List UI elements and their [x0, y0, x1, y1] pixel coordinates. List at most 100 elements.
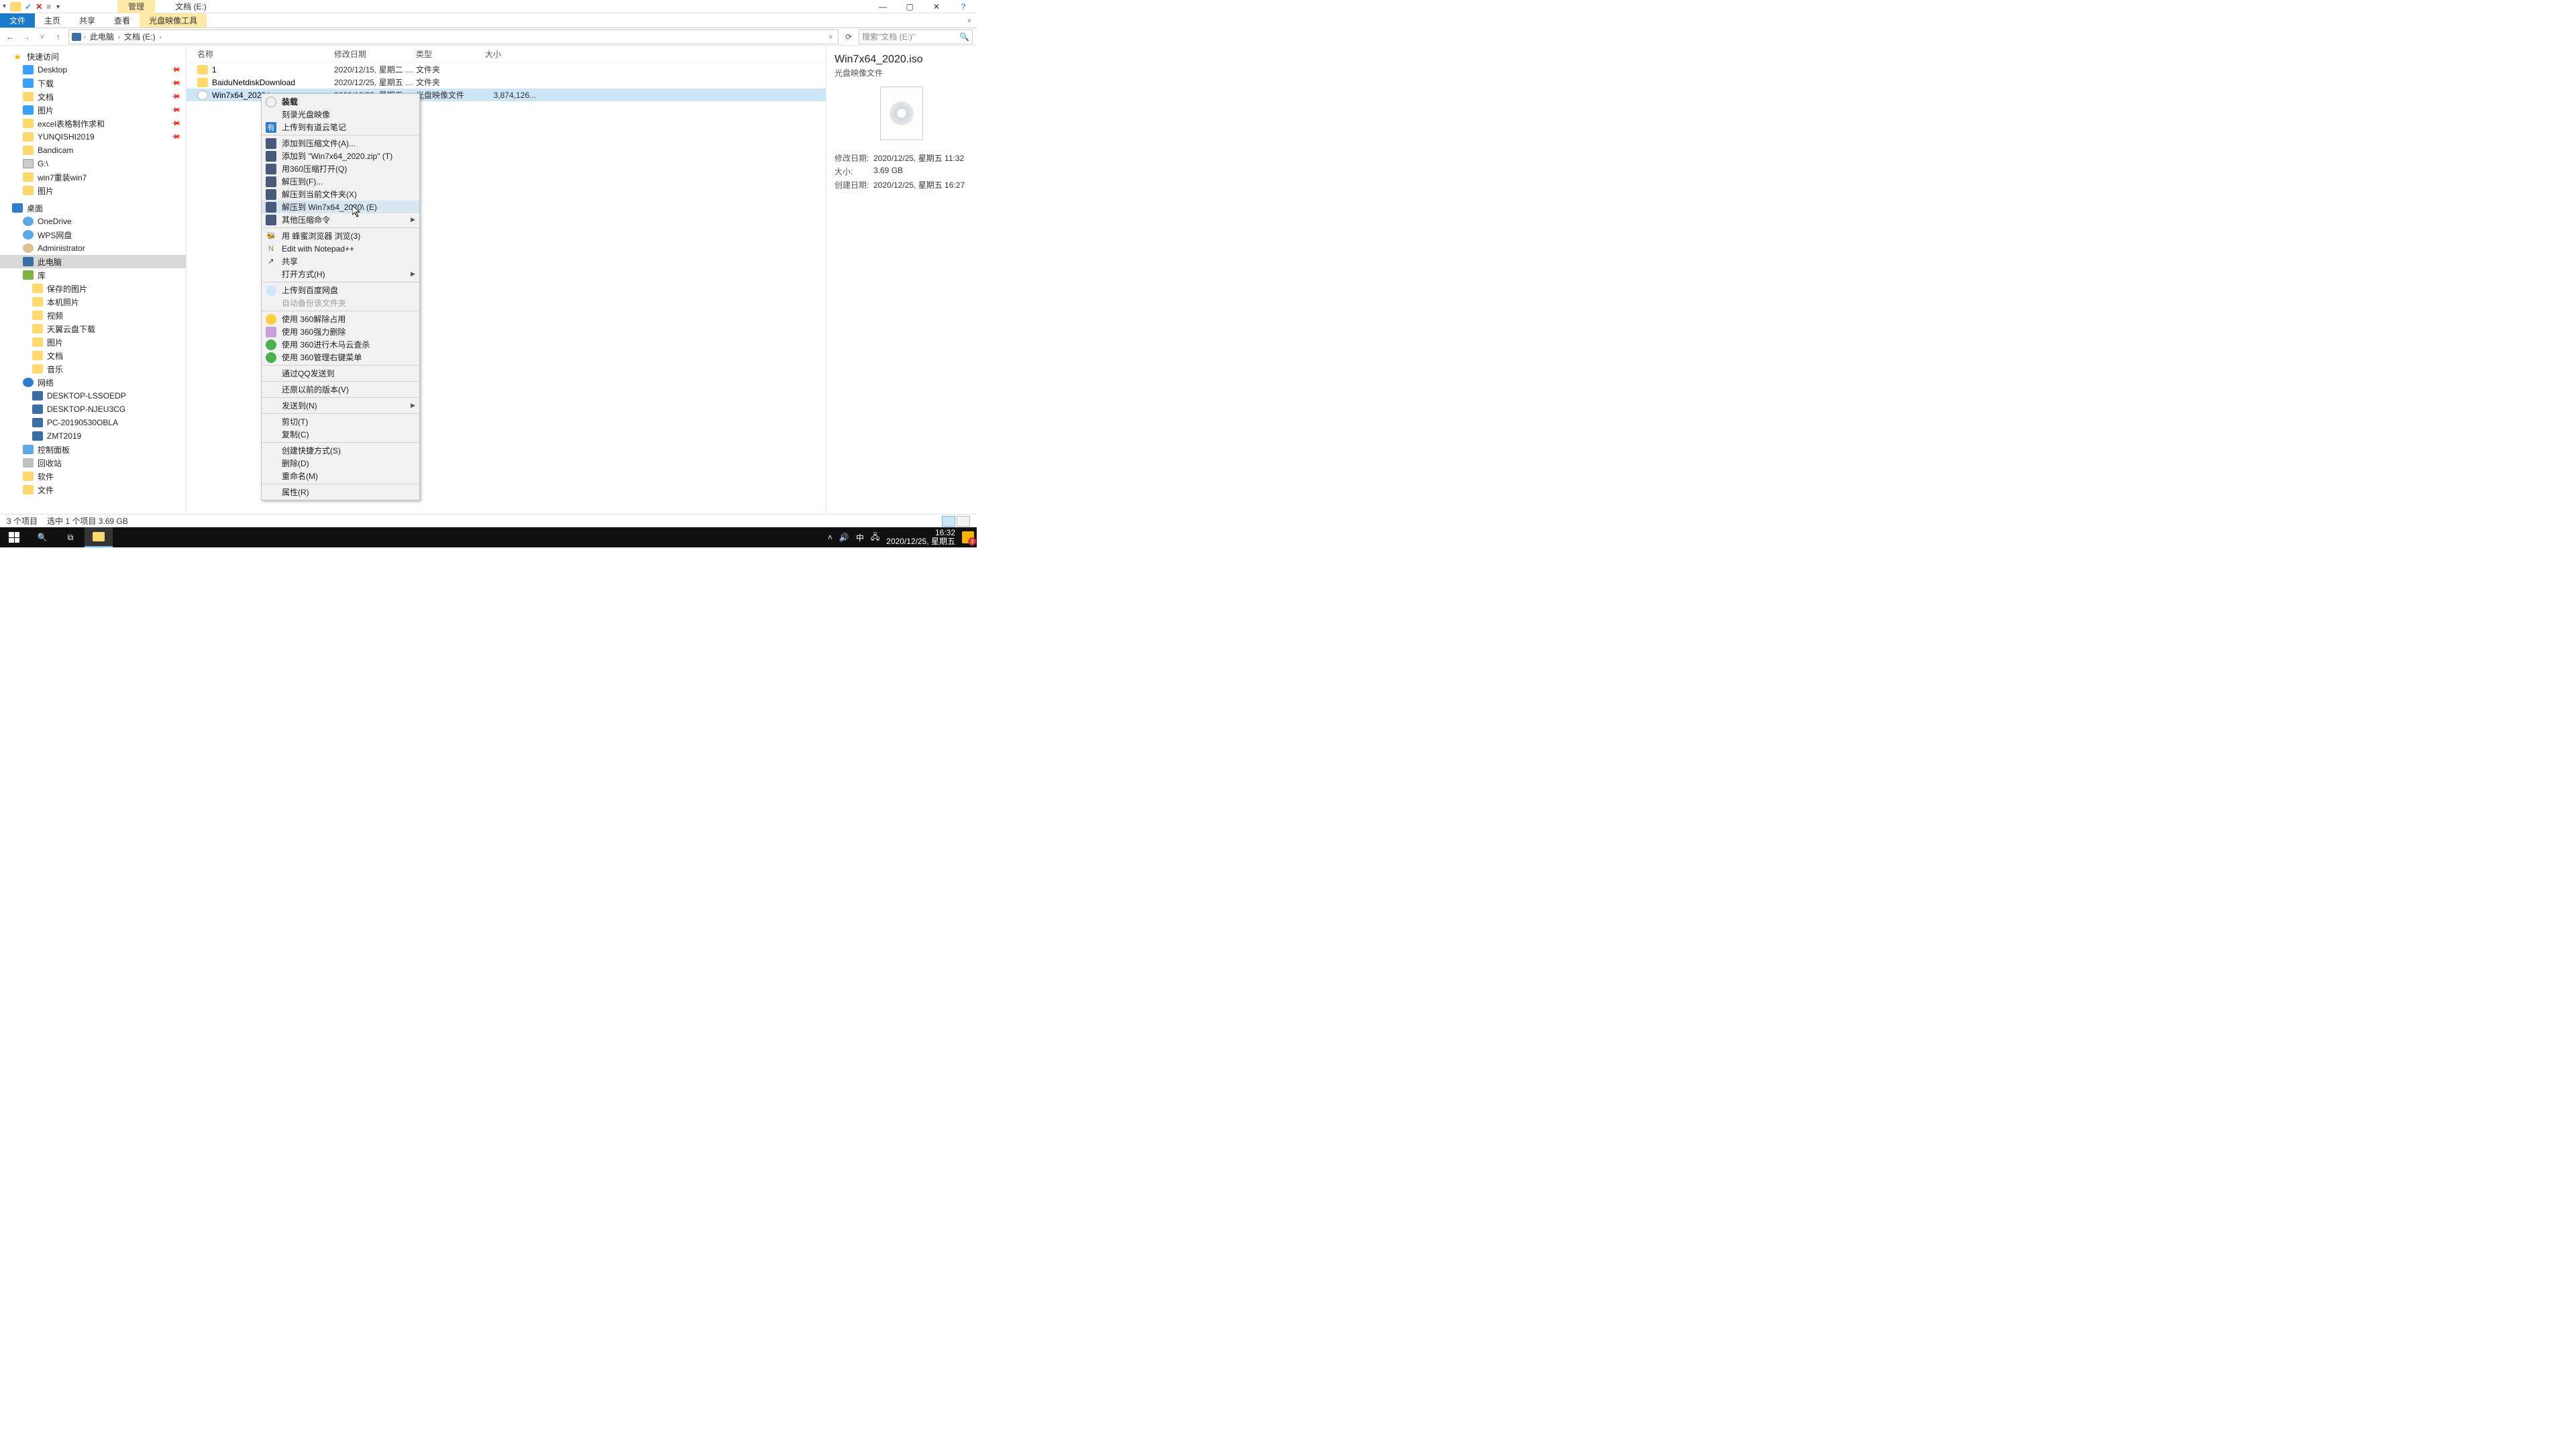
search-button[interactable]: 🔍: [28, 527, 56, 547]
menu-notepadpp[interactable]: NEdit with Notepad++: [262, 242, 419, 255]
tree-recycle-bin[interactable]: 回收站: [0, 456, 186, 470]
volume-icon[interactable]: 🔊: [839, 533, 849, 542]
col-name[interactable]: 名称: [186, 48, 334, 60]
ime-indicator[interactable]: 中: [856, 532, 864, 543]
close-button[interactable]: ✕: [923, 0, 950, 13]
tree-network[interactable]: 网络: [0, 376, 186, 389]
menu-360-force-del[interactable]: 使用 360强力删除: [262, 325, 419, 338]
network-icon[interactable]: 🖧: [871, 531, 879, 545]
tree-yunqishi[interactable]: YUNQISHI2019📌: [0, 130, 186, 144]
x-icon[interactable]: ✕: [36, 2, 42, 11]
menu-share[interactable]: ↗共享: [262, 255, 419, 268]
tray-chevron-up-icon[interactable]: ˄: [828, 533, 833, 542]
tab-home[interactable]: 主页: [35, 13, 70, 28]
menu-copy[interactable]: 复制(C): [262, 428, 419, 441]
expand-ribbon-button[interactable]: ˅: [962, 13, 977, 28]
check-icon[interactable]: ✓: [25, 2, 32, 11]
breadcrumb[interactable]: › 此电脑 › 文档 (E:) › ˅: [68, 30, 839, 44]
menu-cut[interactable]: 剪切(T): [262, 415, 419, 428]
menu-360-unlock[interactable]: 使用 360解除占用: [262, 313, 419, 325]
history-dropdown[interactable]: ˅: [826, 34, 835, 40]
menu-youdao[interactable]: 有上传到有道云笔记: [262, 121, 419, 133]
menu-properties[interactable]: 属性(R): [262, 486, 419, 498]
menu-360-manage[interactable]: 使用 360管理右键菜单: [262, 351, 419, 364]
view-icons-button[interactable]: [957, 516, 970, 527]
tree-bandicam[interactable]: Bandicam: [0, 144, 186, 157]
menu-send-to[interactable]: 发送到(N)▶: [262, 399, 419, 412]
minimize-button[interactable]: —: [869, 0, 896, 13]
nav-tree[interactable]: ★快速访问 Desktop📌 下载📌 文档📌 图片📌 excel表格制作求和📌 …: [0, 46, 186, 515]
menu-shortcut[interactable]: 创建快捷方式(S): [262, 444, 419, 457]
back-button[interactable]: ←: [4, 31, 16, 43]
search-input[interactable]: 搜索"文档 (E:)" 🔍: [859, 30, 973, 44]
tree-music[interactable]: 音乐: [0, 362, 186, 376]
tree-excel[interactable]: excel表格制作求和📌: [0, 117, 186, 130]
tree-camera-roll[interactable]: 本机照片: [0, 295, 186, 309]
menu-extract-named[interactable]: 解压到 Win7x64_2020\ (E): [262, 201, 419, 213]
menu-rename[interactable]: 重命名(M): [262, 470, 419, 482]
tab-view[interactable]: 查看: [105, 13, 140, 28]
tree-pictures-lib[interactable]: 图片: [0, 335, 186, 349]
menu-other-compress[interactable]: 其他压缩命令▶: [262, 213, 419, 226]
menu-add-zip[interactable]: 添加到 "Win7x64_2020.zip" (T): [262, 150, 419, 162]
chevron-right-icon[interactable]: ›: [158, 34, 163, 40]
chevron-right-icon[interactable]: ›: [117, 34, 121, 40]
tree-pictures2[interactable]: 图片: [0, 184, 186, 197]
help-button[interactable]: ?: [950, 0, 977, 13]
tree-pc1[interactable]: DESKTOP-LSSOEDP: [0, 389, 186, 402]
tree-this-pc[interactable]: 此电脑: [0, 255, 186, 268]
menu-delete[interactable]: 删除(D): [262, 457, 419, 470]
menu-restore-prev[interactable]: 还原以前的版本(V): [262, 383, 419, 396]
tree-desktop-root[interactable]: 桌面: [0, 201, 186, 215]
tree-control-panel[interactable]: 控制面板: [0, 443, 186, 456]
refresh-button[interactable]: ⟳: [843, 32, 855, 42]
menu-open-360zip[interactable]: 用360压缩打开(Q): [262, 162, 419, 175]
tab-share[interactable]: 共享: [70, 13, 105, 28]
taskbar-explorer[interactable]: [85, 527, 113, 547]
menu-burn[interactable]: 刻录光盘映像: [262, 108, 419, 121]
breadcrumb-folder[interactable]: 文档 (E:): [123, 31, 157, 42]
tree-g-drive[interactable]: G:\: [0, 157, 186, 170]
menu-bee-browse[interactable]: 🐝用 蜂蜜浏览器 浏览(3): [262, 229, 419, 242]
task-view-button[interactable]: ⧉: [56, 527, 85, 547]
menu-extract-to[interactable]: 解压到(F)...: [262, 175, 419, 188]
tree-sky-download[interactable]: 天翼云盘下载: [0, 322, 186, 335]
tree-videos[interactable]: 视频: [0, 309, 186, 322]
menu-baidu-upload[interactable]: 上传到百度网盘: [262, 284, 419, 297]
tree-quick-access[interactable]: ★快速访问: [0, 50, 186, 63]
tree-documents[interactable]: 文档📌: [0, 90, 186, 103]
tree-pc2[interactable]: DESKTOP-NJEU3CG: [0, 402, 186, 416]
tree-software[interactable]: 软件: [0, 470, 186, 483]
tree-administrator[interactable]: Administrator: [0, 241, 186, 255]
table-row[interactable]: 1 2020/12/15, 星期二 1... 文件夹: [186, 63, 826, 76]
properties-icon[interactable]: ≡: [46, 2, 51, 11]
view-details-button[interactable]: [942, 516, 955, 527]
chevron-right-icon[interactable]: ›: [83, 34, 87, 40]
clock[interactable]: 16:32 2020/12/25, 星期五: [886, 529, 955, 546]
tab-disc-image-tools[interactable]: 光盘映像工具: [140, 13, 207, 28]
table-row[interactable]: BaiduNetdiskDownload 2020/12/25, 星期五 1..…: [186, 76, 826, 89]
col-size[interactable]: 大小: [485, 48, 539, 60]
tree-pictures[interactable]: 图片📌: [0, 103, 186, 117]
breadcrumb-this-pc[interactable]: 此电脑: [89, 31, 115, 42]
tree-pc3[interactable]: PC-20190530OBLA: [0, 416, 186, 429]
action-center-button[interactable]: 3: [962, 531, 974, 543]
tree-win7-reinstall[interactable]: win7重装win7: [0, 170, 186, 184]
menu-mount[interactable]: 装载: [262, 95, 419, 108]
tree-pc4[interactable]: ZMT2019: [0, 429, 186, 443]
start-button[interactable]: [0, 532, 28, 543]
tree-wps[interactable]: WPS网盘: [0, 228, 186, 241]
tree-saved-pictures[interactable]: 保存的图片: [0, 282, 186, 295]
recent-locations-button[interactable]: ˅: [36, 31, 48, 43]
chevron-down-icon[interactable]: ▾: [3, 3, 6, 10]
chevron-down-icon[interactable]: ▼: [55, 3, 61, 10]
maximize-button[interactable]: ▢: [896, 0, 923, 13]
up-button[interactable]: ↑: [52, 31, 64, 43]
col-date[interactable]: 修改日期: [334, 48, 416, 60]
tree-documents-lib[interactable]: 文档: [0, 349, 186, 362]
menu-360-trojan[interactable]: 使用 360进行木马云查杀: [262, 338, 419, 351]
menu-open-with[interactable]: 打开方式(H)▶: [262, 268, 419, 280]
menu-qq-send[interactable]: 通过QQ发送到: [262, 367, 419, 380]
tree-downloads[interactable]: 下载📌: [0, 76, 186, 90]
folder-icon[interactable]: [10, 2, 21, 11]
